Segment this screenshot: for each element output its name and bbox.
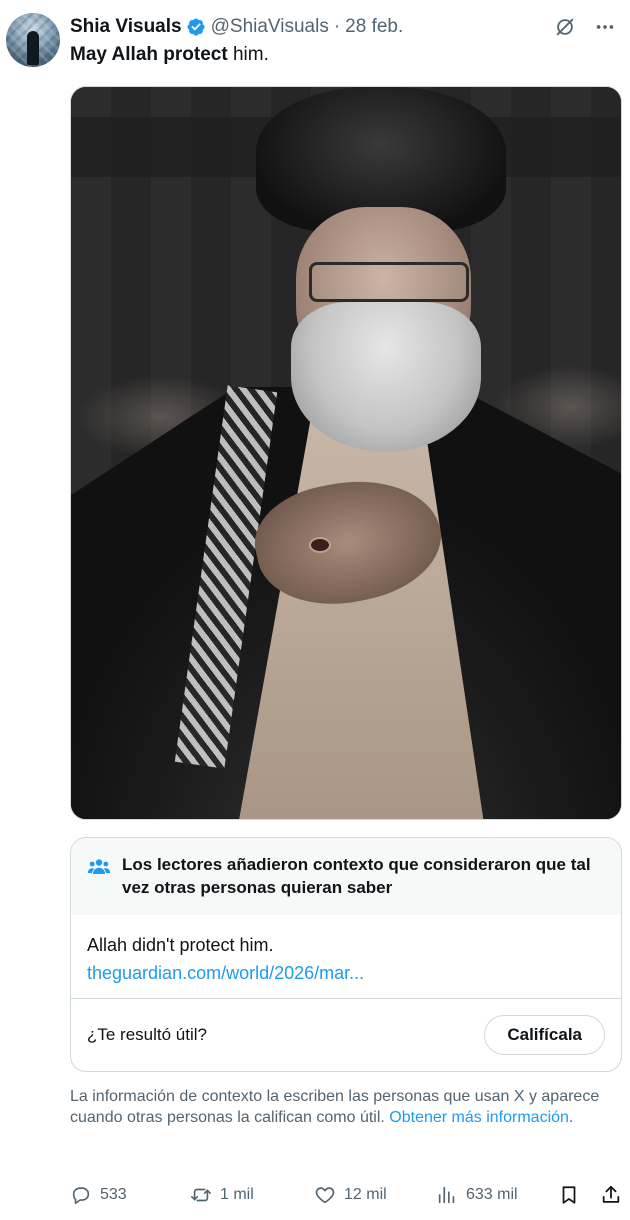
reply-button[interactable]: 533	[70, 1184, 127, 1206]
community-note-header: Los lectores añadieron contexto que cons…	[71, 838, 621, 915]
views-button[interactable]: 633 mil	[436, 1184, 518, 1206]
author-handle[interactable]: @ShiaVisuals	[211, 16, 329, 38]
reply-icon	[72, 1187, 90, 1205]
photo-beard	[291, 302, 481, 452]
share-button[interactable]	[600, 1184, 622, 1206]
reply-count: 533	[100, 1186, 127, 1203]
helpful-question: ¿Te resultó útil?	[87, 1025, 207, 1044]
community-note-link[interactable]: theguardian.com/world/2026/mar...	[87, 959, 605, 987]
community-note: Los lectores añadieron contexto que cons…	[70, 837, 622, 1072]
learn-more-link[interactable]: Obtener más información	[389, 1109, 569, 1126]
photo-glasses	[309, 262, 469, 302]
tweet-header: Shia Visuals @ShiaVisuals · 28 feb.	[70, 14, 616, 40]
verified-badge-icon[interactable]	[186, 17, 206, 37]
avatar-figure	[27, 31, 39, 65]
views-count: 633 mil	[466, 1186, 518, 1203]
repost-count: 1 mil	[220, 1186, 254, 1203]
note-disclaimer: La información de contexto la escriben l…	[70, 1086, 622, 1128]
avatar[interactable]	[6, 13, 60, 67]
views-icon	[438, 1186, 455, 1204]
photo-ring	[309, 537, 331, 553]
tweet-date[interactable]: 28 feb.	[345, 16, 403, 38]
rate-button[interactable]: Califícala	[484, 1015, 605, 1055]
repost-button[interactable]: 1 mil	[190, 1184, 254, 1206]
share-icon	[602, 1185, 620, 1203]
tweet-photo[interactable]	[70, 86, 622, 820]
like-icon	[315, 1187, 335, 1204]
author-name[interactable]: Shia Visuals	[70, 16, 182, 38]
people-icon	[87, 855, 111, 879]
community-note-body: Allah didn't protect him. theguardian.co…	[71, 915, 621, 999]
community-note-title: Los lectores añadieron contexto que cons…	[122, 855, 591, 897]
like-count: 12 mil	[344, 1186, 387, 1203]
tweet-actions: 533 1 mil 12 mil 633 mil	[70, 1180, 626, 1210]
repost-icon	[191, 1188, 211, 1202]
bookmark-icon	[562, 1186, 576, 1204]
grok-icon[interactable]	[554, 16, 576, 38]
like-button[interactable]: 12 mil	[314, 1184, 387, 1206]
tweet-text: May Allah protect him.	[70, 44, 269, 66]
community-note-footer: ¿Te resultó útil? Califícala	[71, 999, 621, 1071]
separator-dot: ·	[333, 16, 341, 37]
bookmark-button[interactable]	[558, 1184, 580, 1206]
community-note-text: Allah didn't protect him.	[87, 935, 274, 955]
disclaimer-suffix: .	[568, 1109, 574, 1126]
tweet-text-rest: him.	[227, 44, 269, 65]
tweet-text-bold: May Allah protect	[70, 44, 228, 65]
more-icon[interactable]	[594, 16, 616, 38]
